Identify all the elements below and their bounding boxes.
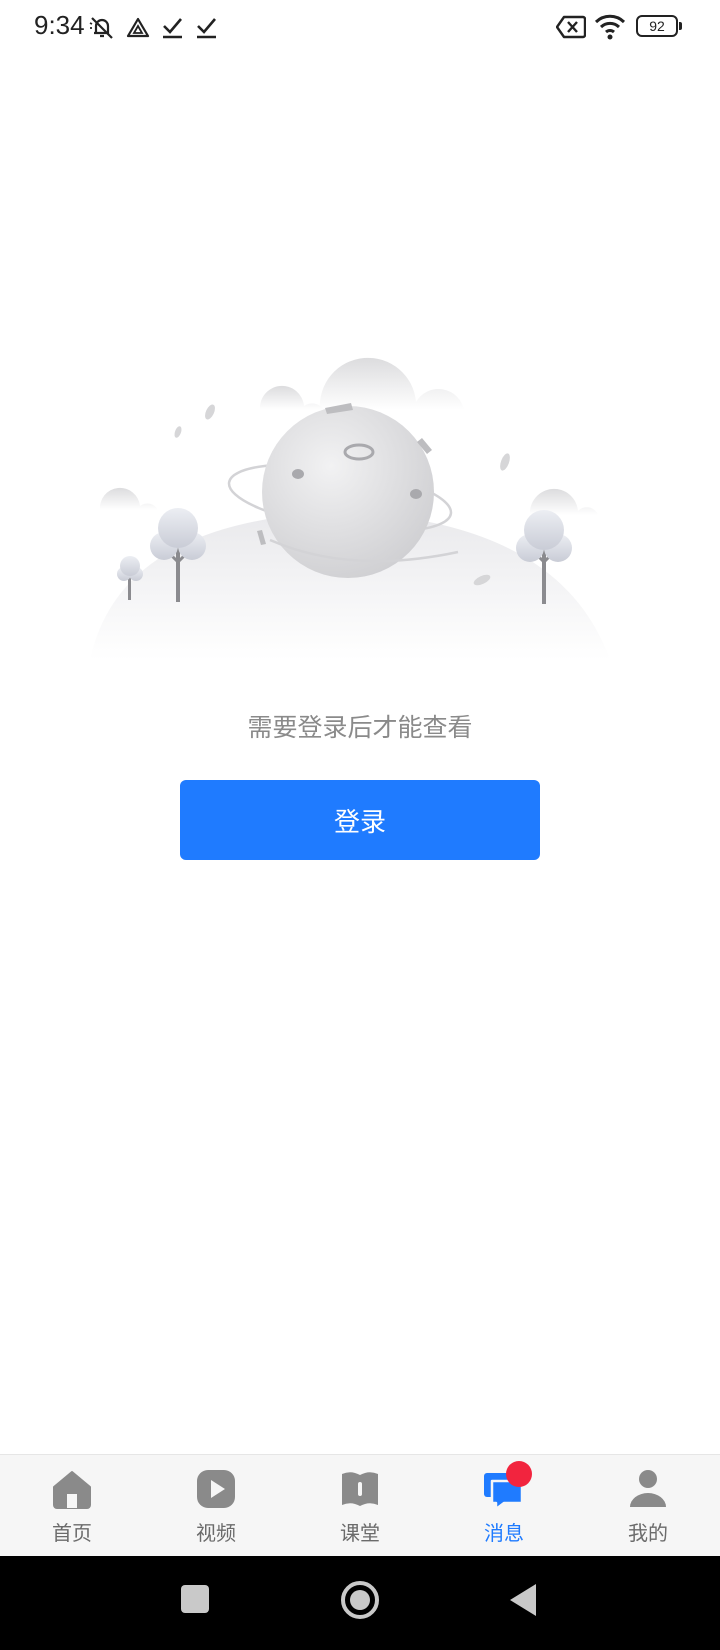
tab-home[interactable]: 首页 [0, 1455, 144, 1557]
status-bar: 9:34 92 [0, 0, 720, 56]
play-icon [197, 1470, 235, 1508]
wifi-icon [594, 14, 626, 40]
tab-label: 首页 [52, 1521, 92, 1545]
tab-label: 视频 [196, 1521, 236, 1545]
bell-off-icon [89, 17, 113, 39]
login-button[interactable]: 登录 [180, 780, 540, 860]
tab-label: 课堂 [340, 1521, 380, 1545]
book-icon [342, 1472, 378, 1506]
home-icon [53, 1471, 91, 1509]
drive-icon [126, 17, 150, 38]
system-nav-bar [0, 1556, 720, 1650]
tab-label: 我的 [628, 1521, 668, 1545]
tab-classroom[interactable]: 课堂 [288, 1455, 432, 1557]
empty-state-illustration [90, 357, 610, 660]
bottom-tab-bar: 首页 视频 课堂 消息 我的 [0, 1454, 720, 1557]
tab-video[interactable]: 视频 [144, 1455, 288, 1557]
check-icon [197, 18, 216, 39]
person-icon [630, 1470, 666, 1507]
sim-x-icon [556, 15, 586, 39]
status-time: 9:34 [34, 10, 85, 40]
back-button[interactable] [508, 1582, 538, 1618]
recents-button[interactable] [180, 1584, 210, 1614]
tab-label: 消息 [484, 1521, 524, 1545]
message-icon-wrap [482, 1461, 532, 1511]
tab-me[interactable]: 我的 [576, 1455, 720, 1557]
home-button[interactable] [340, 1580, 380, 1620]
login-required-message: 需要登录后才能查看 [247, 713, 473, 742]
check-icon [163, 18, 182, 39]
tab-messages[interactable]: 消息 [432, 1455, 576, 1557]
battery-icon: 92 [636, 15, 682, 37]
notification-badge [506, 1461, 532, 1487]
